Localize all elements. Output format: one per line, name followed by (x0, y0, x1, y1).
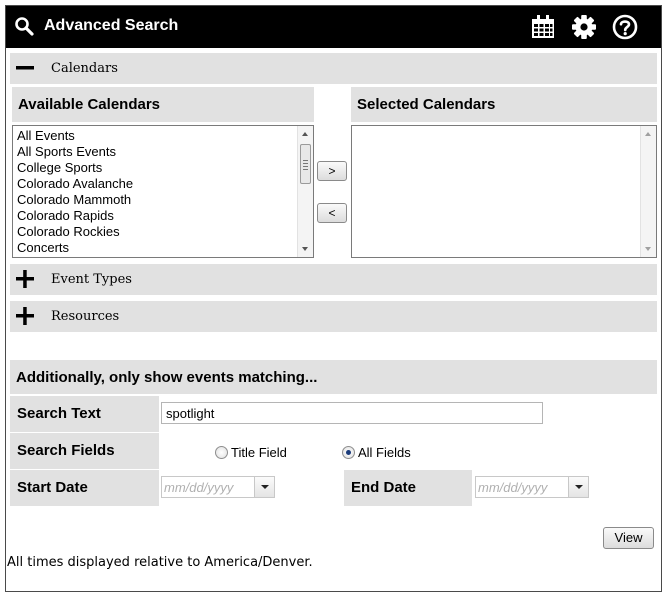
plus-icon (16, 270, 34, 288)
selected-calendars-list[interactable] (351, 125, 657, 258)
header-bar: Advanced Search (6, 6, 661, 48)
chevron-down-icon[interactable] (254, 477, 274, 497)
view-button[interactable]: View (603, 527, 654, 549)
start-date-input[interactable]: mm/dd/yyyy (161, 476, 275, 498)
available-calendars-items: All Events All Sports Events College Sport… (17, 128, 295, 256)
all-fields-label: All Fields (358, 445, 411, 460)
calendar-option[interactable]: All Sports Events (17, 144, 295, 160)
scroll-thumb[interactable] (300, 144, 311, 184)
selected-list-scrollbar[interactable] (640, 126, 656, 257)
scroll-up-arrow-icon[interactable] (302, 132, 308, 136)
end-date-input[interactable]: mm/dd/yyyy (475, 476, 589, 498)
available-calendars-heading: Available Calendars (12, 87, 314, 122)
event-types-section-header[interactable]: Event Types (10, 264, 657, 295)
timezone-note: All times displayed relative to America/… (7, 555, 313, 570)
filters-heading: Additionally, only show events matching.… (10, 360, 657, 394)
selected-calendars-heading: Selected Calendars (351, 87, 657, 122)
calendar-icon[interactable] (530, 14, 556, 40)
minus-icon (16, 66, 34, 70)
resources-section-label: Resources (51, 309, 120, 324)
help-icon[interactable] (612, 14, 638, 40)
plus-icon (16, 307, 34, 325)
scroll-up-arrow-icon[interactable] (645, 132, 651, 136)
chevron-down-icon[interactable] (568, 477, 588, 497)
calendars-section-label: Calendars (51, 61, 118, 76)
start-date-placeholder: mm/dd/yyyy (164, 480, 234, 495)
gear-icon[interactable] (571, 14, 597, 40)
event-types-section-label: Event Types (51, 272, 132, 287)
available-calendars-list[interactable]: All Events All Sports Events College Sport… (12, 125, 314, 258)
calendar-option[interactable]: Concerts (17, 240, 295, 256)
remove-calendar-button[interactable]: < (317, 203, 347, 223)
scroll-down-arrow-icon[interactable] (645, 247, 651, 251)
available-list-scrollbar[interactable] (297, 126, 313, 257)
search-fields-label: Search Fields (10, 433, 159, 469)
calendar-option[interactable]: All Events (17, 128, 295, 144)
title-field-radio[interactable] (215, 446, 228, 459)
search-text-input[interactable]: spotlight (161, 402, 543, 424)
search-text-label: Search Text (10, 396, 159, 432)
calendar-option[interactable]: Colorado Avalanche (17, 176, 295, 192)
end-date-label: End Date (344, 470, 472, 506)
all-fields-radio[interactable] (342, 446, 355, 459)
search-icon (15, 17, 34, 36)
title-field-label: Title Field (231, 445, 287, 460)
calendars-section-header[interactable]: Calendars (10, 53, 657, 84)
calendar-option[interactable]: Colorado Mammoth (17, 192, 295, 208)
advanced-search-panel: Advanced Search Calendars Available Cale… (5, 5, 662, 592)
calendar-option[interactable]: College Sports (17, 160, 295, 176)
end-date-placeholder: mm/dd/yyyy (478, 480, 548, 495)
scroll-down-arrow-icon[interactable] (302, 247, 308, 251)
calendar-option[interactable]: Colorado Rockies (17, 224, 295, 240)
calendar-option[interactable]: Colorado Rapids (17, 208, 295, 224)
resources-section-header[interactable]: Resources (10, 301, 657, 332)
start-date-label: Start Date (10, 470, 159, 506)
add-calendar-button[interactable]: > (317, 161, 347, 181)
page-title: Advanced Search (44, 17, 179, 34)
